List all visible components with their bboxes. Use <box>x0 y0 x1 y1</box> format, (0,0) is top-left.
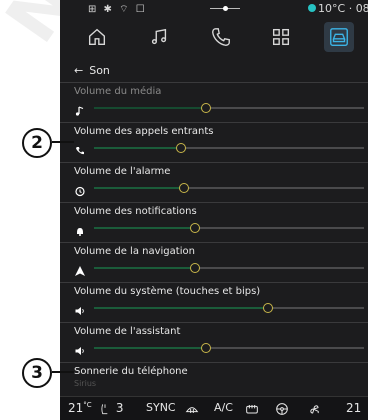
rear-defrost-icon <box>246 405 258 414</box>
alarm-icon <box>74 182 86 197</box>
slider-fill <box>94 147 181 149</box>
home-icon <box>88 28 106 46</box>
infotainment-screen: ⊞ ✱ ⌔ ☐ 10°C · 08:2 ← Son Volume du média… <box>60 0 368 420</box>
callout-2-line <box>52 141 74 143</box>
fan-speed[interactable] <box>306 401 322 417</box>
setting-label: Volume de la navigation <box>74 246 195 257</box>
slider-fill <box>94 227 194 229</box>
slider-fill <box>94 107 205 109</box>
volume-setting-row[interactable]: Volume du média <box>60 82 368 123</box>
nav-icon <box>74 262 86 276</box>
back-arrow-icon: ← <box>74 64 84 77</box>
main-nav <box>60 20 368 54</box>
setting-label: Sonnerie du téléphone <box>74 366 188 377</box>
slider-fill <box>94 187 184 189</box>
volume-slider[interactable] <box>94 183 364 193</box>
page-title: Son <box>89 64 110 77</box>
slider-knob[interactable] <box>200 103 211 113</box>
callout-3: 3 <box>22 358 52 388</box>
seat-heat[interactable]: 3 <box>98 401 123 416</box>
note-icon <box>74 102 86 116</box>
setting-label: Volume du système (touches et bips) <box>74 286 261 297</box>
fan-mode[interactable] <box>184 401 200 417</box>
volume-slider[interactable] <box>94 103 364 113</box>
nav-home[interactable] <box>82 22 112 52</box>
rear-defrost[interactable] <box>244 401 260 417</box>
status-icons: ⊞ ✱ ⌔ ☐ <box>88 4 147 15</box>
volume-slider[interactable] <box>94 143 364 153</box>
car-icon <box>330 28 348 46</box>
setting-label: Volume de l'alarme <box>74 166 171 177</box>
temperature-dot-icon <box>308 4 316 12</box>
status-bar: ⊞ ✱ ⌔ ☐ 10°C · 08:2 <box>60 0 368 18</box>
fan-icon <box>310 405 319 414</box>
status-separator: · <box>348 2 353 15</box>
slider-knob[interactable] <box>176 143 187 153</box>
volume-setting-row[interactable]: Volume du système (touches et bips) <box>60 282 368 323</box>
volume-setting-row[interactable]: Volume de l'alarme <box>60 162 368 203</box>
windshield-icon <box>185 407 199 413</box>
slider-knob[interactable] <box>179 183 190 193</box>
sync-button[interactable]: SYNC <box>146 401 176 414</box>
music-icon <box>151 28 167 45</box>
outside-temperature: 10°C <box>318 2 346 15</box>
nav-vehicle[interactable] <box>324 22 354 52</box>
status-right: 10°C · 08:2 <box>308 2 368 15</box>
slider-fill <box>94 307 267 309</box>
callout-2: 2 <box>22 128 52 158</box>
setting-label: Volume des notifications <box>74 206 197 217</box>
seat-heat-icon <box>101 403 108 414</box>
back-button[interactable]: ← Son <box>74 64 110 77</box>
setting-label: Volume des appels entrants <box>74 126 214 137</box>
slider-knob[interactable] <box>189 263 200 273</box>
setting-label: Volume de l'assistant <box>74 326 181 337</box>
steering-wheel-icon <box>276 403 288 415</box>
seat-heat-level: 3 <box>115 401 124 415</box>
ac-button[interactable]: A/C <box>214 401 233 414</box>
volume-setting-row[interactable]: Volume de l'assistant <box>60 322 368 363</box>
volume-slider[interactable] <box>94 343 364 353</box>
phone-icon <box>74 142 86 155</box>
volume-setting-row[interactable]: Volume de la navigation <box>60 242 368 283</box>
speaker-icon <box>74 302 86 315</box>
volume-slider[interactable] <box>94 303 364 313</box>
slider-fill <box>94 347 205 349</box>
slider-knob[interactable] <box>262 303 273 313</box>
clock: 08:2 <box>355 2 368 15</box>
volume-setting-row[interactable]: Volume des appels entrants <box>60 122 368 163</box>
volume-slider[interactable] <box>94 223 364 233</box>
phone-icon <box>212 28 230 46</box>
drag-handle[interactable] <box>210 2 240 14</box>
bell-icon <box>74 222 86 236</box>
slider-fill <box>94 267 194 269</box>
temp-left[interactable]: 21°C <box>68 401 92 415</box>
steering-heat[interactable] <box>274 401 290 417</box>
volume-setting-row[interactable]: Volume des notifications <box>60 202 368 243</box>
apps-icon <box>272 28 290 46</box>
temp-left-value: 21 <box>68 401 84 415</box>
nav-music[interactable] <box>144 22 174 52</box>
nav-phone[interactable] <box>206 22 236 52</box>
slider-knob[interactable] <box>189 223 200 233</box>
setting-label: Volume du média <box>74 86 162 97</box>
callout-3-line <box>52 371 74 373</box>
slider-knob[interactable] <box>200 343 211 353</box>
setting-sublabel: Sirius <box>74 379 97 388</box>
volume-slider[interactable] <box>94 263 364 273</box>
nav-apps[interactable] <box>266 22 296 52</box>
temp-left-unit: °C <box>83 401 92 409</box>
climate-bar: 21°C 3 SYNC A/C 21 <box>60 396 368 420</box>
temp-right[interactable]: 21 <box>346 401 361 415</box>
speaker-icon <box>74 342 86 355</box>
